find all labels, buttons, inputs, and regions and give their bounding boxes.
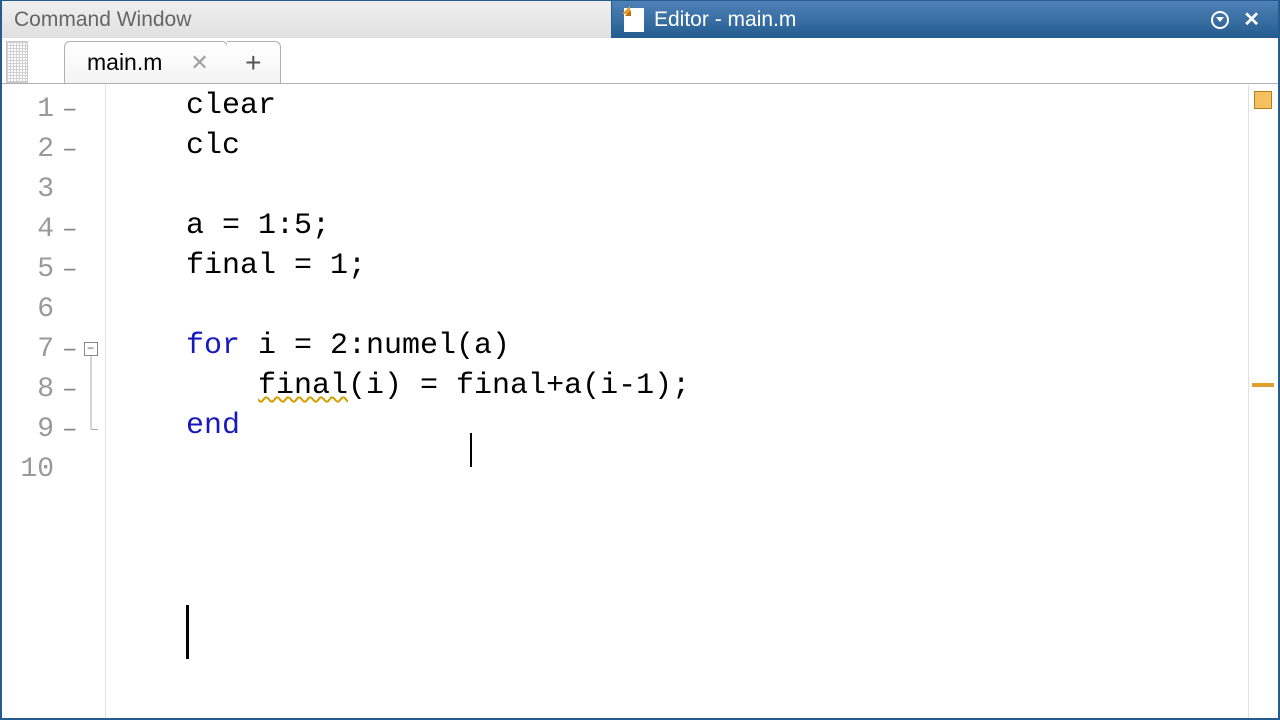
- file-tab-main[interactable]: main.m ✕: [64, 41, 228, 83]
- file-tab-label: main.m: [87, 49, 162, 76]
- editor-file-icon: [624, 8, 644, 32]
- text-cursor: [470, 433, 472, 467]
- code-line: end: [186, 409, 1248, 449]
- command-window-tab[interactable]: Command Window: [2, 0, 612, 38]
- lineno: 2: [2, 134, 62, 165]
- code-line: final = 1;: [186, 249, 1248, 289]
- warning-marker[interactable]: [1252, 383, 1274, 387]
- editor-tab[interactable]: Editor - main.m ✕: [612, 0, 1278, 38]
- lineno: 7: [2, 334, 62, 365]
- close-file-icon[interactable]: ✕: [190, 50, 208, 76]
- code-line: [186, 169, 1248, 209]
- code-line: a = 1:5;: [186, 209, 1248, 249]
- breakpoint-dash[interactable]: –: [62, 334, 76, 364]
- title-tabs: Command Window Editor - main.m ✕: [2, 0, 1278, 38]
- code-line: final(i) = final+a(i-1);: [186, 369, 1248, 409]
- code-line: clear: [186, 89, 1248, 129]
- code-line: [186, 449, 1248, 489]
- breakpoint-dash[interactable]: –: [62, 214, 76, 244]
- lineno: 1: [2, 94, 62, 125]
- drag-handle[interactable]: [6, 41, 28, 83]
- breakpoint-dash[interactable]: –: [62, 94, 76, 124]
- lineno: 10: [2, 454, 62, 485]
- lineno: 3: [2, 174, 62, 205]
- lineno: 5: [2, 254, 62, 285]
- command-cursor: [186, 605, 189, 659]
- fold-toggle-icon[interactable]: −: [84, 342, 98, 356]
- breakpoint-dash[interactable]: –: [62, 374, 76, 404]
- editor-title: Editor - main.m: [654, 8, 796, 32]
- message-indicator-strip[interactable]: [1248, 85, 1278, 718]
- breakpoint-dash[interactable]: –: [62, 134, 76, 164]
- new-file-tab[interactable]: +: [227, 41, 281, 83]
- lineno: 4: [2, 214, 62, 245]
- breakpoint-dash[interactable]: –: [62, 254, 76, 284]
- lineno: 6: [2, 294, 62, 325]
- dock-menu-icon[interactable]: [1211, 11, 1229, 29]
- close-panel-icon[interactable]: ✕: [1243, 10, 1260, 30]
- code-line: [186, 289, 1248, 329]
- code-analyzer-status-icon[interactable]: [1254, 91, 1272, 109]
- gutter: 1– 2– 3 4– 5– 6 7–− 8– 9– 10: [2, 85, 106, 718]
- code-line: clc: [186, 129, 1248, 169]
- editor-body: 1– 2– 3 4– 5– 6 7–− 8– 9– 10 clear clc a…: [2, 84, 1278, 718]
- breakpoint-dash[interactable]: –: [62, 414, 76, 444]
- code-area[interactable]: clear clc a = 1:5; final = 1; for i = 2:…: [106, 85, 1248, 718]
- code-line: for i = 2:numel(a): [186, 329, 1248, 369]
- lineno: 8: [2, 374, 62, 405]
- lineno: 9: [2, 414, 62, 445]
- file-tabs-row: main.m ✕ +: [2, 38, 1278, 84]
- command-window-label: Command Window: [14, 8, 191, 32]
